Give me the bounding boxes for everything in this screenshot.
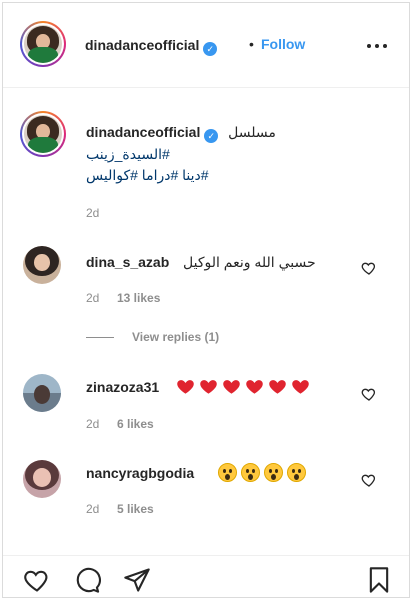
comment-username[interactable]: dina_s_azab xyxy=(86,254,169,270)
follow-button[interactable]: Follow xyxy=(261,36,305,52)
caption-text: مسلسل xyxy=(228,124,276,140)
comment-time[interactable]: 2d xyxy=(86,502,99,516)
header-separator: • xyxy=(249,36,254,52)
astonished-face-icon xyxy=(264,463,283,482)
red-heart-icon xyxy=(292,380,309,394)
replies-divider xyxy=(86,337,114,339)
comment-avatar[interactable] xyxy=(23,246,61,284)
comment-likes[interactable]: 13 likes xyxy=(117,291,160,305)
hashtag-line-2[interactable]: #دينا #دراما #كواليس xyxy=(86,167,209,184)
action-bar xyxy=(3,555,409,599)
comment-emoji-faces xyxy=(218,463,310,482)
hashtag-line-1[interactable]: #السيدة_زينب xyxy=(86,146,170,163)
caption-username[interactable]: dinadanceofficial xyxy=(86,124,200,140)
comment-like-icon[interactable] xyxy=(361,472,377,488)
bookmark-icon[interactable] xyxy=(365,566,393,594)
comment-avatar[interactable] xyxy=(23,374,61,412)
comment-icon[interactable] xyxy=(73,566,101,594)
comment-avatar[interactable] xyxy=(23,460,61,498)
red-heart-icon xyxy=(223,380,240,394)
more-options-icon[interactable] xyxy=(367,43,387,49)
caption-first-line: dinadanceofficial ✓ مسلسل xyxy=(86,124,276,143)
caption-time[interactable]: 2d xyxy=(86,206,99,220)
comment-text: حسبي الله ونعم الوكيل xyxy=(183,254,316,270)
astonished-face-icon xyxy=(287,463,306,482)
heart-icon[interactable] xyxy=(23,566,51,594)
post-header: dinadanceofficial ✓ • Follow xyxy=(3,3,409,88)
red-heart-icon xyxy=(246,380,263,394)
comment-emoji-hearts xyxy=(176,377,314,396)
comment-username[interactable]: zinazoza31 xyxy=(86,379,159,395)
verified-badge-icon: ✓ xyxy=(204,129,219,143)
red-heart-icon xyxy=(177,380,194,394)
comment-time[interactable]: 2d xyxy=(86,291,99,305)
comment-likes[interactable]: 6 likes xyxy=(117,417,154,431)
comment-likes[interactable]: 5 likes xyxy=(117,502,154,516)
red-heart-icon xyxy=(269,380,286,394)
header-username[interactable]: dinadanceofficial ✓ xyxy=(85,37,218,56)
astonished-face-icon xyxy=(241,463,260,482)
red-heart-icon xyxy=(200,380,217,394)
comment-time[interactable]: 2d xyxy=(86,417,99,431)
comment-like-icon[interactable] xyxy=(361,260,377,276)
view-replies-button[interactable]: View replies (1) xyxy=(86,330,219,344)
verified-badge-icon: ✓ xyxy=(203,42,218,56)
comment-username[interactable]: nancyragbgodia xyxy=(86,465,194,481)
comment-like-icon[interactable] xyxy=(361,386,377,402)
post-panel: dinadanceofficial ✓ • Follow dinadanceof… xyxy=(2,2,410,598)
send-icon[interactable] xyxy=(123,566,151,594)
caption-avatar[interactable] xyxy=(20,111,66,157)
astonished-face-icon xyxy=(218,463,237,482)
header-avatar[interactable] xyxy=(20,21,66,67)
